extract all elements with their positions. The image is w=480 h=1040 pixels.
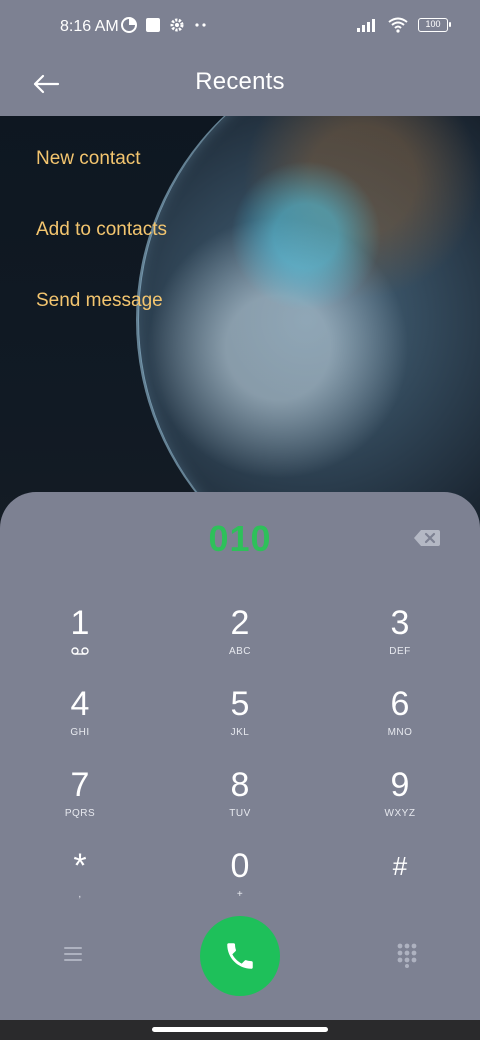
key-digit: 0 (230, 847, 250, 885)
phone-icon (227, 943, 253, 969)
key-letters: JKL (230, 727, 250, 738)
key-digit: 2 (230, 604, 250, 642)
key-6[interactable]: 6 MNO (340, 685, 460, 757)
key-letters (340, 889, 460, 903)
key-digit: 6 (390, 685, 410, 723)
more-dots-icon (195, 23, 206, 27)
key-letters: DEF (389, 646, 411, 657)
data-saver-icon (121, 17, 137, 33)
home-indicator[interactable] (152, 1027, 328, 1032)
key-digit: * (73, 847, 87, 885)
key-8[interactable]: 8 TUV (180, 766, 300, 838)
battery-tip (449, 22, 451, 27)
key-2[interactable]: 2 ABC (180, 604, 300, 676)
call-button[interactable] (200, 916, 280, 996)
key-hash[interactable]: # (340, 847, 460, 919)
wifi-icon (388, 17, 408, 33)
key-digit: 5 (230, 685, 250, 723)
add-to-contacts-action[interactable]: Add to contacts (36, 219, 167, 241)
key-digit: 7 (70, 766, 90, 804)
key-9[interactable]: 9 WXYZ (340, 766, 460, 838)
dialpad-grid-icon[interactable] (396, 942, 418, 968)
key-digit: 8 (230, 766, 250, 804)
key-digit: 1 (70, 604, 90, 642)
key-digit: # (392, 851, 408, 881)
key-digit: 4 (70, 685, 90, 723)
dialer-panel: 010 1 2 ABC 3 DEF 4 GHI 5 JKL 6 MNO 7 PQ… (0, 492, 480, 1020)
battery-icon: 100 (418, 18, 451, 32)
key-star[interactable]: * , (20, 847, 140, 919)
battery-level: 100 (425, 19, 441, 29)
voicemail-icon (20, 646, 140, 660)
new-contact-action[interactable]: New contact (36, 148, 141, 170)
key-digit: 3 (390, 604, 410, 642)
key-7[interactable]: 7 PQRS (20, 766, 140, 838)
key-1[interactable]: 1 (20, 604, 140, 676)
status-icons-right: 100 (356, 17, 451, 33)
backspace-icon[interactable] (413, 528, 441, 548)
key-0[interactable]: 0 + (180, 847, 300, 919)
key-digit: 9 (390, 766, 410, 804)
key-3[interactable]: 3 DEF (340, 604, 460, 676)
key-5[interactable]: 5 JKL (180, 685, 300, 757)
page-title: Recents (195, 68, 285, 95)
key-letters: , (78, 889, 82, 900)
signal-icon (357, 19, 375, 32)
menu-icon[interactable] (62, 944, 84, 964)
key-4[interactable]: 4 GHI (20, 685, 140, 757)
app-header: Recents (0, 58, 480, 116)
status-icons-left (121, 17, 209, 33)
square-notification-icon (146, 18, 160, 32)
key-letters: MNO (387, 727, 413, 738)
key-letters: WXYZ (384, 808, 416, 819)
send-message-action[interactable]: Send message (36, 290, 163, 312)
key-letters: ABC (228, 646, 252, 657)
key-letters: GHI (70, 727, 90, 738)
key-letters: PQRS (64, 808, 96, 819)
dialed-number: 010 (208, 518, 272, 559)
key-letters: + (236, 889, 244, 900)
status-time: 8:16 AM (60, 18, 119, 35)
status-bar: 8:16 AM 100 (0, 0, 480, 58)
key-letters: TUV (229, 808, 251, 819)
gear-icon (170, 18, 184, 32)
